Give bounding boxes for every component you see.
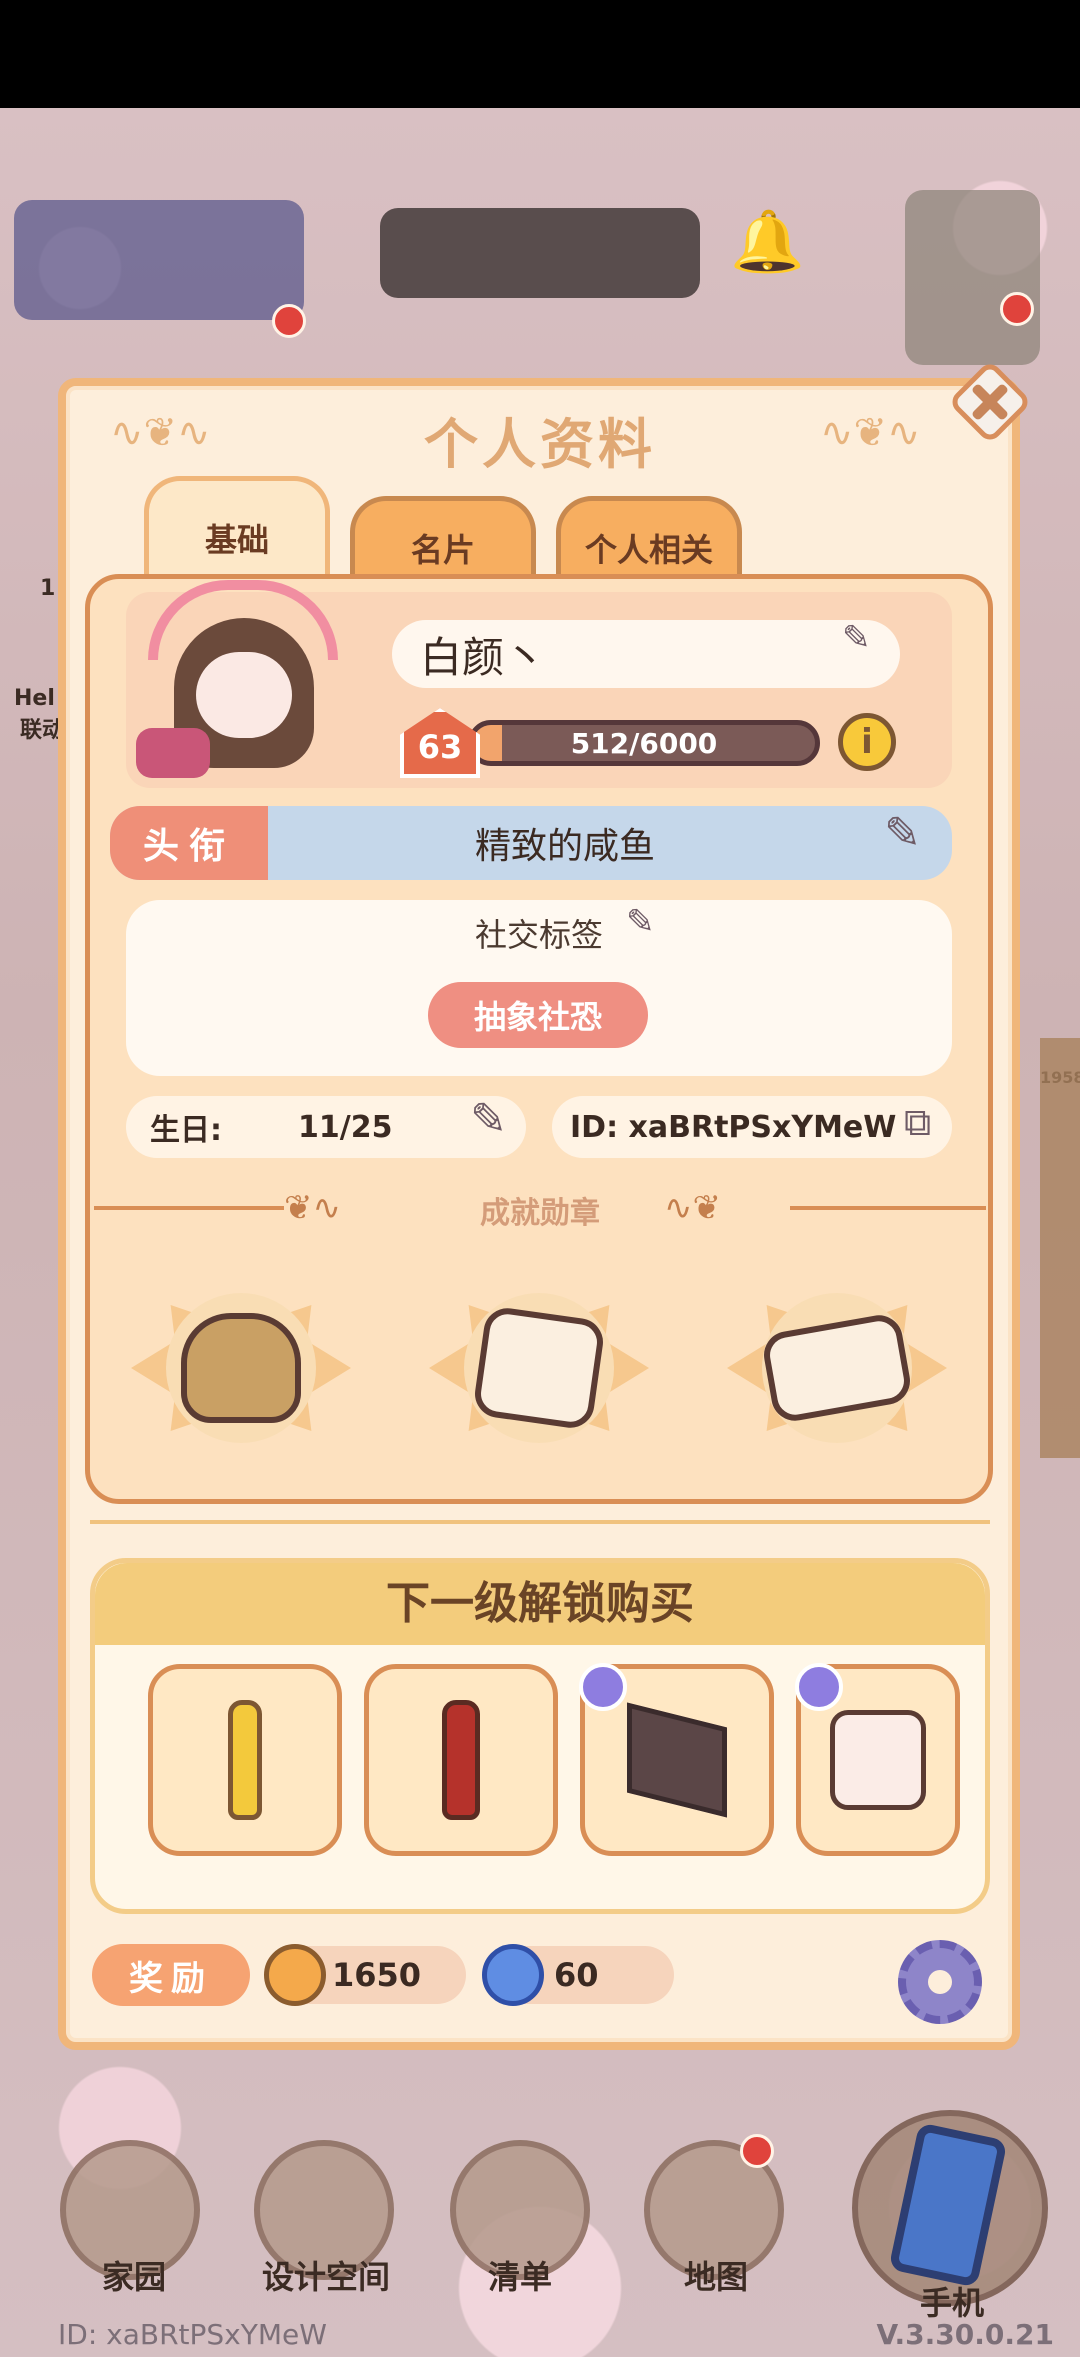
tv-screen-icon xyxy=(627,1702,727,1818)
gem-icon xyxy=(482,1944,544,2006)
mail-button[interactable] xyxy=(905,190,1040,365)
avatar-candy xyxy=(136,728,210,778)
section-divider xyxy=(90,1520,990,1524)
medal-line-right xyxy=(790,1206,986,1210)
medal-star-scroll[interactable] xyxy=(429,1278,649,1458)
unlock-header: 下一级解锁购买 xyxy=(95,1563,985,1645)
footer-version: V.3.30.0.21 xyxy=(876,2318,1054,2351)
medals-header: 成就勋章 xyxy=(480,1196,600,1231)
notification-dot-right xyxy=(1000,292,1034,326)
side-event-text-1: Hel xyxy=(14,686,55,711)
unlock-item-yellow-bottle[interactable] xyxy=(148,1664,342,1856)
notification-dot xyxy=(272,304,306,338)
social-tag-chip[interactable]: 抽象社恐 xyxy=(428,982,648,1048)
birthday-field: 生日: 11/25 xyxy=(126,1096,526,1158)
edit-title-pencil-icon[interactable]: ✎ xyxy=(884,808,921,859)
medal-swirl-right-icon: ∿❦ xyxy=(664,1188,721,1228)
player-name: 白颜丶 xyxy=(392,620,900,688)
event-banner[interactable] xyxy=(14,200,304,320)
copy-id-icon[interactable]: ⧉ xyxy=(904,1100,931,1145)
nav-list-label: 清单 xyxy=(487,2258,552,2296)
coin-icon xyxy=(264,1944,326,2006)
furniture-badge-icon xyxy=(579,1663,627,1711)
unlock-item-cola[interactable] xyxy=(364,1664,558,1856)
gear-icon[interactable] xyxy=(898,1940,982,2024)
avatar[interactable] xyxy=(128,578,360,788)
map-notification-dot xyxy=(740,2134,774,2168)
cola-bottle-icon xyxy=(442,1700,480,1820)
footer-player-id: ID: xaBRtPSxYMeW xyxy=(58,2318,327,2351)
edit-tag-pencil-icon[interactable]: ✎ xyxy=(626,902,655,942)
reward-coins: 1650 xyxy=(264,1944,466,2006)
info-icon[interactable]: i xyxy=(838,713,896,771)
reward-label: 奖励 xyxy=(92,1944,250,2006)
nav-design-label: 设计空间 xyxy=(261,2258,390,2296)
birthday-value: 11/25 xyxy=(298,1109,393,1145)
medal-coin-bag[interactable] xyxy=(131,1278,351,1458)
edit-birthday-pencil-icon[interactable]: ✎ xyxy=(470,1094,507,1145)
side-event-text-3: 1 xyxy=(40,576,56,601)
id-field: ID: xaBRtPSxYMeW xyxy=(552,1096,952,1158)
id-text: ID: xaBRtPSxYMeW xyxy=(570,1109,897,1145)
unlock-item-nightstand[interactable] xyxy=(795,1663,960,1856)
panel-title: 个人资料 xyxy=(424,413,656,476)
xp-text: 512/6000 xyxy=(570,726,718,760)
furniture-badge-icon xyxy=(795,1663,843,1711)
coin-bag-icon xyxy=(181,1313,301,1423)
scene-wall xyxy=(1040,1038,1080,1458)
player-name-text: 白颜丶 xyxy=(420,632,547,682)
star-scroll-icon xyxy=(471,1305,607,1431)
nav-home-label: 家园 xyxy=(101,2258,166,2296)
reward-gems: 60 xyxy=(482,1944,674,2006)
status-bar xyxy=(0,0,1080,108)
bell-icon[interactable]: 🔔 xyxy=(730,206,805,277)
title-value: 精致的咸鱼 xyxy=(474,826,655,867)
time-weather-panel[interactable] xyxy=(380,208,700,298)
social-tag-title: 社交标签 xyxy=(474,916,603,954)
unlock-item-tv[interactable] xyxy=(579,1663,774,1856)
reward-coins-value: 1650 xyxy=(332,1956,422,1994)
title-label: 头衔 xyxy=(110,806,268,880)
reward-gems-value: 60 xyxy=(554,1956,599,1994)
medal-envelope[interactable] xyxy=(727,1278,947,1458)
nav-map-label: 地图 xyxy=(683,2258,748,2296)
nightstand-icon xyxy=(830,1710,926,1810)
yellow-bottle-icon xyxy=(228,1700,262,1820)
birthday-label: 生日: xyxy=(150,1113,222,1148)
edit-name-pencil-icon[interactable]: ✎ xyxy=(842,618,871,658)
avatar-face xyxy=(196,652,292,738)
